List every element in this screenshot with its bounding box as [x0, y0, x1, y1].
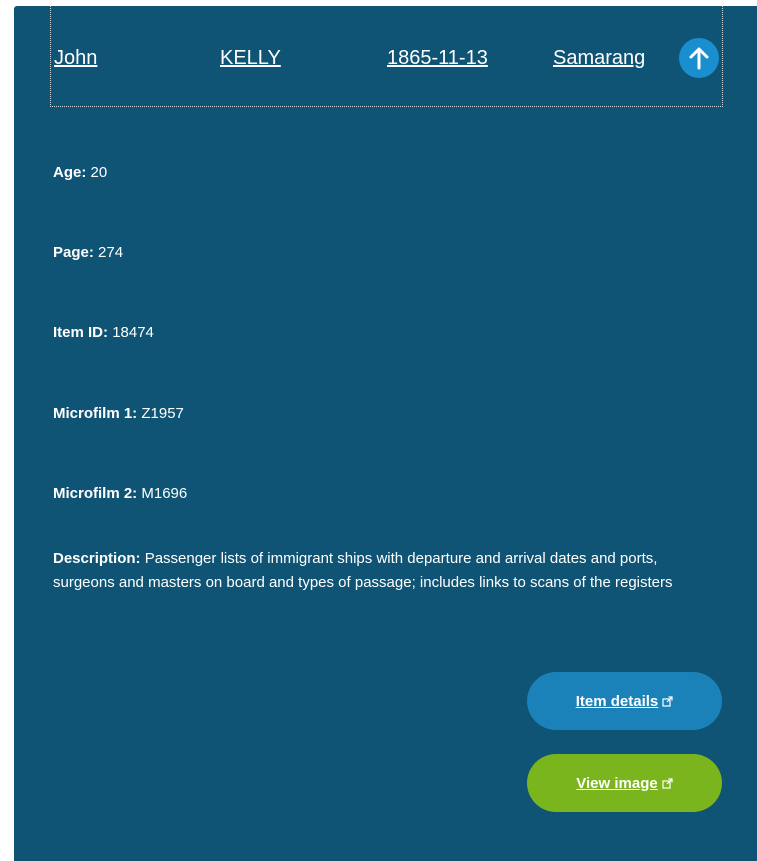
record-summary-row: John KELLY 1865-11-13 Samarang: [50, 6, 723, 107]
page-value: 274: [98, 244, 124, 261]
page-label: Page:: [53, 244, 94, 261]
page: John KELLY 1865-11-13 Samarang Age: 20 P…: [0, 0, 757, 861]
age-field: Age: 20: [53, 161, 107, 185]
item-details-label: Item details: [575, 692, 659, 710]
external-link-icon: [662, 777, 673, 789]
page-field: Page: 274: [53, 241, 123, 265]
surname-link[interactable]: KELLY: [220, 46, 281, 70]
microfilm-1-field: Microfilm 1: Z1957: [53, 402, 184, 426]
external-link-icon: [662, 695, 673, 707]
age-label: Age:: [53, 164, 87, 181]
microfilm-2-value: M1696: [141, 485, 188, 502]
description-field: Description: Passenger lists of immigran…: [53, 547, 723, 595]
item-id-value: 18474: [112, 324, 154, 341]
scroll-up-button[interactable]: [679, 38, 719, 78]
view-image-button[interactable]: View image: [527, 754, 722, 812]
view-image-label: View image: [576, 774, 658, 792]
description-value: Passenger lists of immigrant ships with …: [53, 550, 673, 591]
description-label: Description:: [53, 550, 141, 567]
item-id-label: Item ID:: [53, 324, 109, 341]
microfilm-2-field: Microfilm 2: M1696: [53, 482, 187, 506]
date-link[interactable]: 1865-11-13: [387, 46, 488, 70]
given-name-link[interactable]: John: [54, 46, 97, 70]
microfilm-2-label: Microfilm 2:: [53, 485, 138, 502]
ship-link[interactable]: Samarang: [553, 46, 645, 70]
microfilm-1-value: Z1957: [141, 405, 184, 422]
item-details-button[interactable]: Item details: [527, 672, 722, 730]
microfilm-1-label: Microfilm 1:: [53, 405, 138, 422]
arrow-up-icon: [689, 47, 709, 70]
item-id-field: Item ID: 18474: [53, 321, 154, 345]
record-card: John KELLY 1865-11-13 Samarang Age: 20 P…: [14, 6, 757, 861]
age-value: 20: [90, 164, 108, 181]
